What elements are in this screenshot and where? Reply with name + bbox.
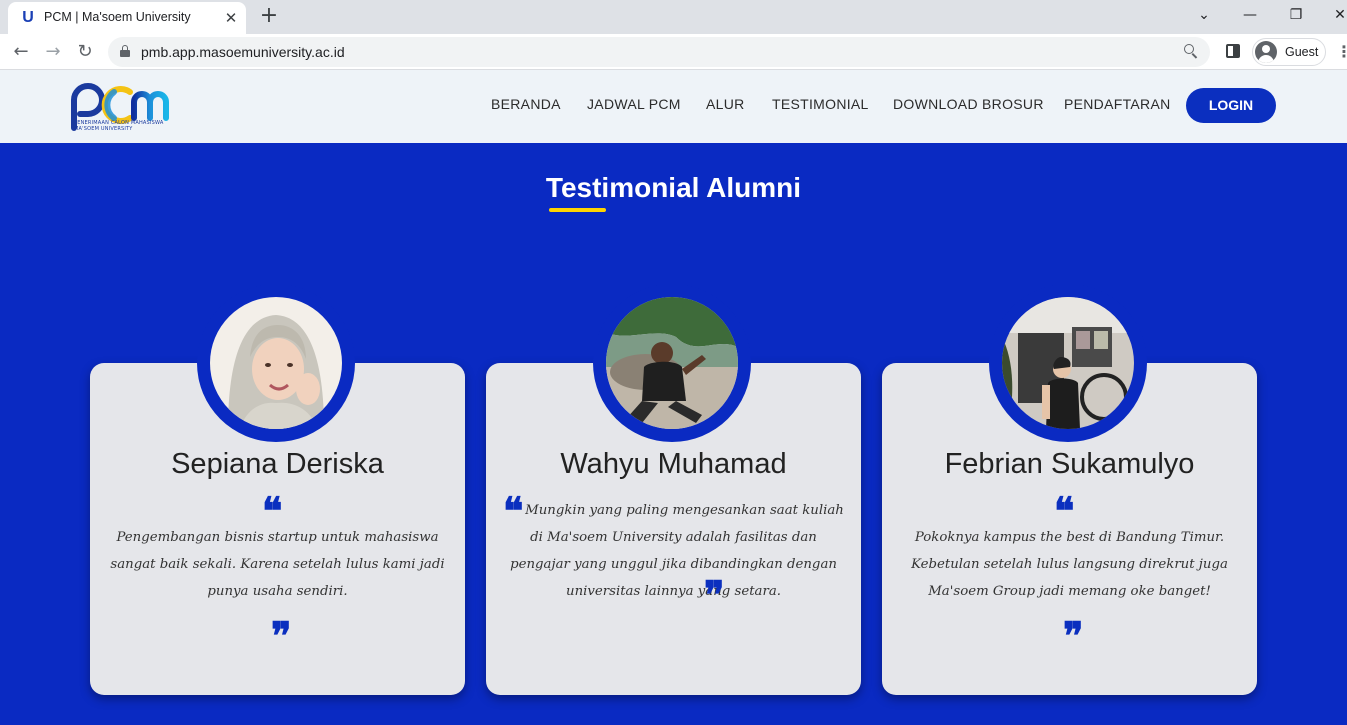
nav-download-brosur[interactable]: DOWNLOAD BROSUR [893,96,1044,112]
profile-button[interactable]: Guest [1252,38,1326,66]
alumni-photo-febrian [1002,297,1134,429]
browser-menu-icon[interactable]: ⋮ [1336,43,1347,61]
testimonial-photo-frame-2 [593,284,751,442]
logo-subtitle: PENERIMAAN CALON MAHASISWA MA'SOEM UNIVE… [74,120,164,132]
nav-pendaftaran[interactable]: PENDAFTARAN [1064,96,1171,112]
browser-tab[interactable]: U PCM | Ma'soem University ✕ [8,2,246,34]
browser-toolbar: ← → ↻ pmb.app.masoemuniversity.ac.id Gue… [0,34,1347,70]
pcm-logo[interactable]: PENERIMAAN CALON MAHASISWA MA'SOEM UNIVE… [70,80,174,134]
lock-icon[interactable] [120,45,130,57]
testimonial-text-3: Pokoknya kampus the best di Bandung Timu… [911,530,1228,599]
alumni-photo-sepiana [210,297,342,429]
nav-beranda[interactable]: BERANDA [491,96,561,112]
zoom-icon[interactable] [1182,42,1200,60]
alumni-photo-wahyu [606,297,738,429]
testimonial-name-1: Sepiana Deriska [171,448,384,480]
testimonial-text-2: Mungkin yang paling mengesankan saat kul… [510,503,844,599]
forward-button[interactable]: → [40,39,66,65]
testimonial-name-2: Wahyu Muhamad [560,448,787,480]
site-header: PENERIMAAN CALON MAHASISWA MA'SOEM UNIVE… [0,70,1347,143]
nav-jadwal-pcm[interactable]: JADWAL PCM [587,96,681,112]
address-bar[interactable]: pmb.app.masoemuniversity.ac.id [108,37,1210,67]
close-window-button[interactable]: ✕ [1325,3,1347,27]
reload-button[interactable]: ↻ [72,39,98,65]
testimonial-text-1: Pengembangan bisnis startup untuk mahasi… [110,530,445,599]
quote-close-icon: ❞ [1063,613,1084,658]
site-favicon-icon: U [22,9,34,26]
testimonial-photo-frame-3 [989,284,1147,442]
quote-close-icon: ❞ [271,613,292,658]
url-text[interactable]: pmb.app.masoemuniversity.ac.id [141,44,345,60]
browser-tab-bar: U PCM | Ma'soem University ✕ + ⌄ — ❐ ✕ [0,0,1347,34]
nav-testimonial[interactable]: TESTIMONIAL [772,96,869,112]
testimonial-name-3: Febrian Sukamulyo [944,448,1195,480]
tab-close-icon[interactable]: ✕ [221,8,241,28]
minimize-button[interactable]: — [1235,3,1265,27]
tab-title: PCM | Ma'soem University [44,10,191,24]
section-title: Testimonial Alumni [545,172,802,203]
new-tab-button[interactable]: + [256,4,282,30]
profile-label: Guest [1285,45,1319,59]
title-underline [549,208,606,212]
guest-avatar-icon [1255,41,1277,63]
testimonial-photo-frame-1 [197,284,355,442]
restore-button[interactable]: ❐ [1281,3,1311,27]
quote-close-icon: ❞ [704,572,725,617]
nav-alur[interactable]: ALUR [706,96,745,112]
back-button[interactable]: ← [8,39,34,65]
tab-search-button[interactable]: ⌄ [1189,3,1219,27]
login-button[interactable]: LOGIN [1186,88,1276,123]
side-panel-icon[interactable] [1226,44,1240,58]
